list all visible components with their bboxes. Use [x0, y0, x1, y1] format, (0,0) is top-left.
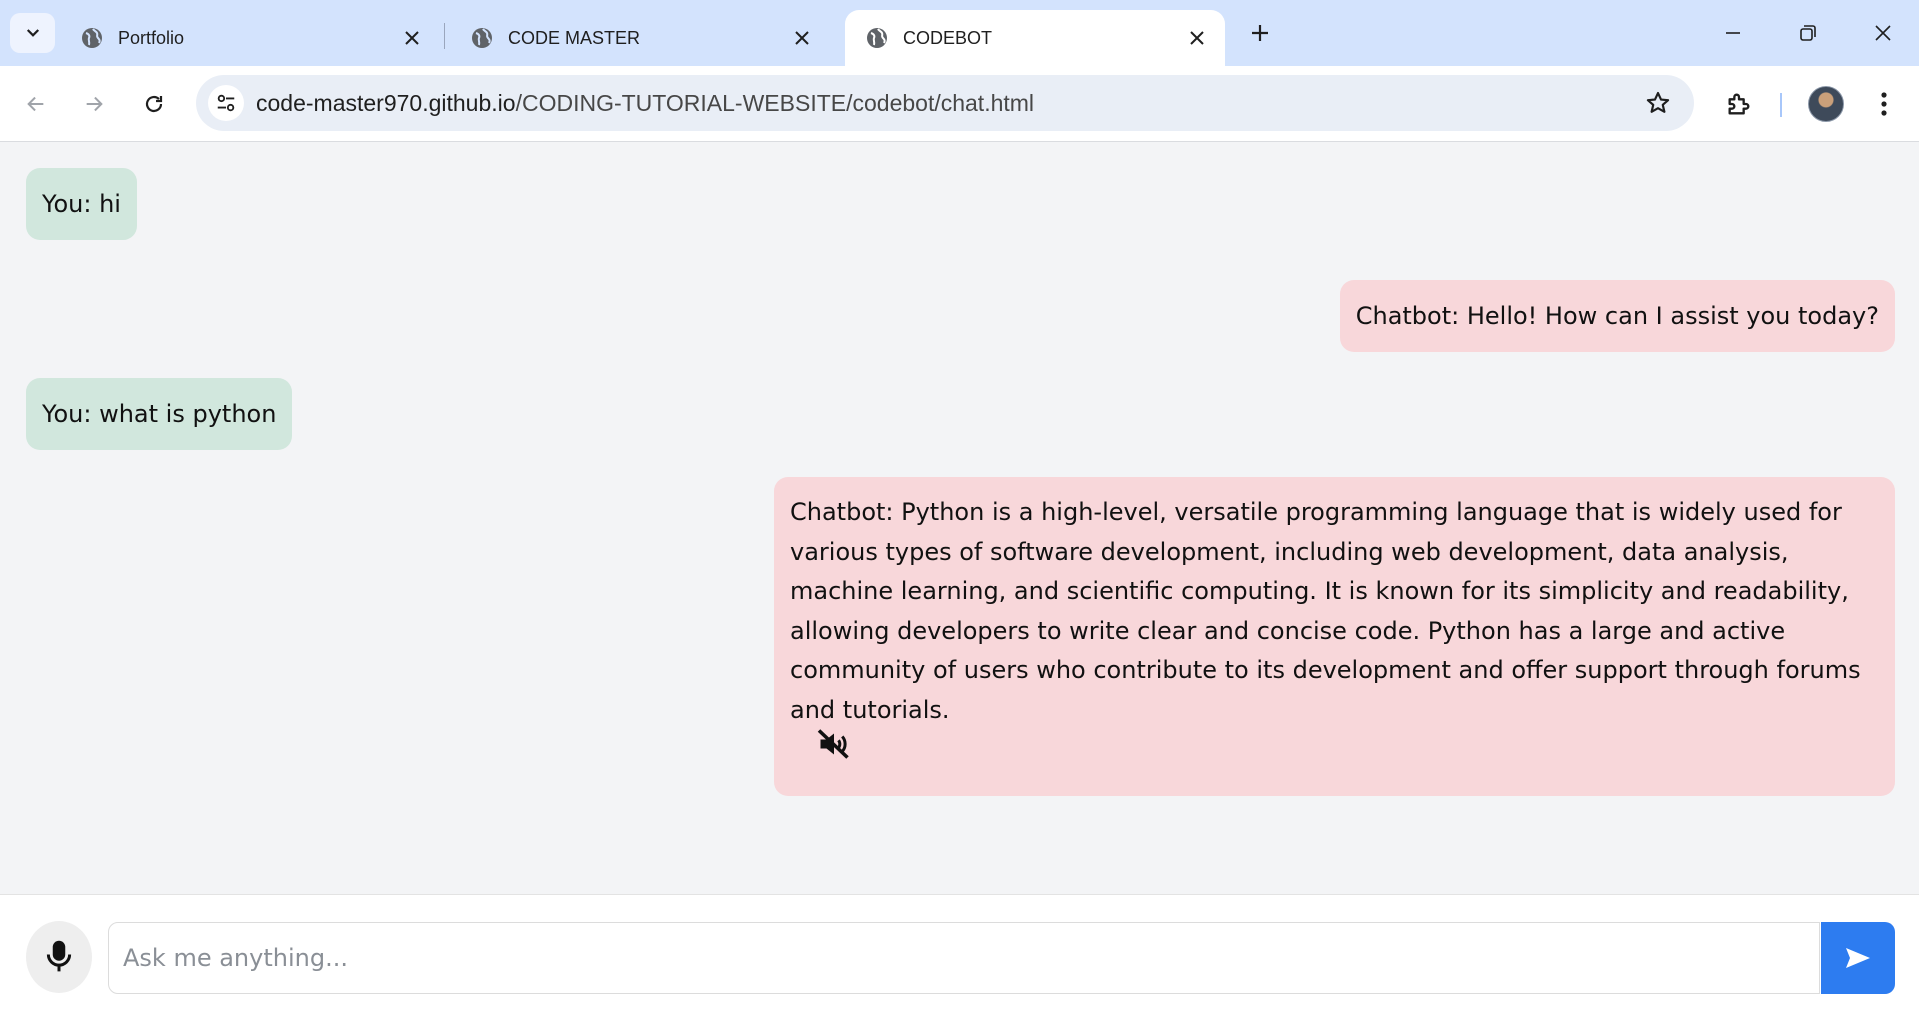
- more-vertical-icon: [1881, 92, 1887, 116]
- url-text[interactable]: code-master970.github.io/CODING-TUTORIAL…: [256, 75, 1034, 131]
- tab-title: Portfolio: [118, 27, 185, 48]
- user-message: You: what is python: [26, 378, 293, 450]
- bot-message: Chatbot: Python is a high-level, versati…: [774, 477, 1895, 796]
- message-text: You: what is python: [42, 400, 277, 428]
- close-window-button[interactable]: [1853, 13, 1913, 53]
- chat-input-bar: [0, 894, 1919, 1019]
- tune-icon: [217, 94, 235, 112]
- extensions-button[interactable]: [1718, 83, 1760, 125]
- new-tab-button[interactable]: [1240, 13, 1280, 53]
- user-message: You: hi: [26, 168, 137, 240]
- tab-codebot[interactable]: CODEBOT: [845, 10, 1225, 66]
- toolbar-separator: [1780, 93, 1782, 117]
- send-icon: [1846, 948, 1870, 968]
- url-host: code-master970.github.io: [256, 90, 516, 116]
- message-text: Chatbot: Hello! How can I assist you tod…: [1355, 302, 1879, 330]
- send-button[interactable]: [1821, 922, 1895, 994]
- star-icon: [1646, 91, 1670, 113]
- tab-title: CODEBOT: [903, 27, 993, 48]
- browser-menu-button[interactable]: [1866, 83, 1902, 125]
- site-info-button[interactable]: [208, 85, 244, 121]
- speaker-toggle-button[interactable]: [812, 722, 856, 766]
- arrow-left-icon: [27, 96, 44, 112]
- tab-portfolio[interactable]: Portfolio: [60, 10, 440, 66]
- tab-code-master[interactable]: CODE MASTER: [450, 10, 830, 66]
- forward-button[interactable]: [73, 83, 115, 125]
- globe-icon: [82, 28, 102, 48]
- bookmark-star-button[interactable]: [1642, 87, 1674, 119]
- microphone-icon: [46, 940, 72, 972]
- chat-log: You: hi Chatbot: Hello! How can I assist…: [0, 142, 1919, 894]
- chat-input[interactable]: [108, 922, 1820, 994]
- browser-tabstrip: Portfolio CODE MASTER CODEBOT: [0, 0, 1919, 66]
- arrow-right-icon: [86, 96, 103, 112]
- close-tab-icon[interactable]: [400, 26, 424, 50]
- globe-icon: [472, 28, 492, 48]
- address-bar[interactable]: code-master970.github.io/CODING-TUTORIAL…: [196, 75, 1694, 131]
- tab-search-button[interactable]: [10, 13, 55, 53]
- minimize-icon: [1726, 32, 1740, 34]
- message-text: You: hi: [42, 190, 121, 218]
- reload-button[interactable]: [133, 83, 175, 125]
- close-icon: [1875, 25, 1891, 41]
- browser-toolbar: code-master970.github.io/CODING-TUTORIAL…: [0, 66, 1919, 142]
- url-path: /CODING-TUTORIAL-WEBSITE/codebot/chat.ht…: [515, 90, 1035, 116]
- bot-message: Chatbot: Hello! How can I assist you tod…: [1339, 280, 1895, 352]
- puzzle-icon: [1728, 93, 1750, 115]
- back-button[interactable]: [15, 83, 57, 125]
- speaker-muted-icon: [817, 729, 849, 759]
- voice-input-button[interactable]: [26, 921, 92, 993]
- tab-title: CODE MASTER: [508, 27, 641, 48]
- reload-icon: [145, 95, 163, 113]
- close-tab-icon[interactable]: [790, 26, 814, 50]
- plus-icon: [1252, 25, 1268, 41]
- tab-separator: [444, 23, 445, 49]
- profile-avatar[interactable]: [1808, 86, 1844, 122]
- message-text: Chatbot: Python is a high-level, versati…: [790, 498, 1861, 724]
- minimize-button[interactable]: [1703, 13, 1763, 53]
- restore-button[interactable]: [1778, 13, 1838, 53]
- restore-icon: [1800, 25, 1816, 41]
- chevron-down-icon: [26, 29, 39, 37]
- globe-icon: [867, 28, 887, 48]
- close-tab-icon[interactable]: [1185, 26, 1209, 50]
